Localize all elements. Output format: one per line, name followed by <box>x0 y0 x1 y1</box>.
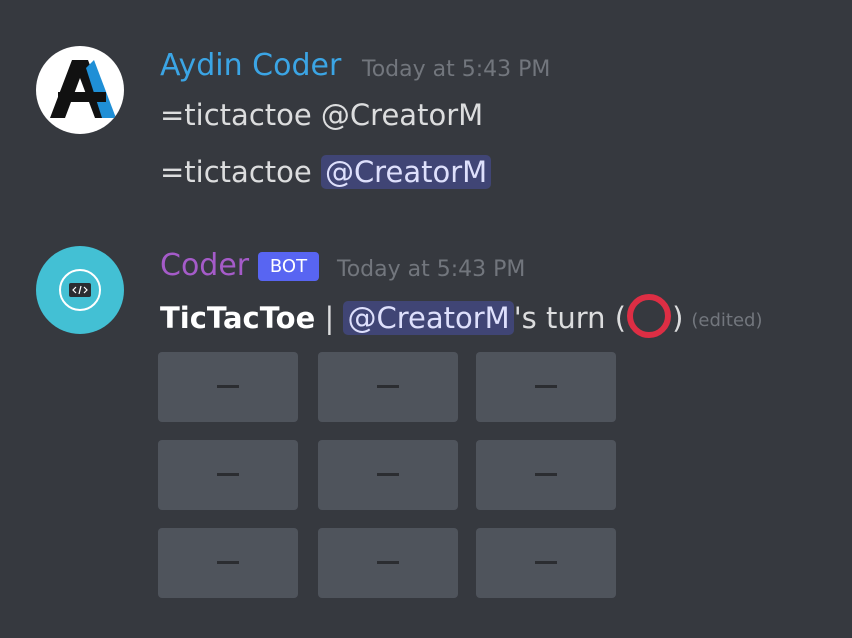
message-text: =tictactoe @CreatorM <box>160 98 484 132</box>
board-cell-3-2[interactable] <box>318 528 458 598</box>
separator: | <box>315 301 344 335</box>
empty-cell-dash <box>535 473 557 476</box>
username[interactable]: Coder <box>160 248 249 284</box>
code-icon <box>59 269 101 311</box>
board-cell-2-3[interactable] <box>476 440 616 510</box>
chat-area: Aydin Coder Today at 5:43 PM =tictactoe … <box>0 0 852 638</box>
avatar[interactable] <box>36 246 124 334</box>
turn-text: 's turn ( <box>513 301 627 335</box>
empty-cell-dash <box>535 561 557 564</box>
timestamp: Today at 5:43 PM <box>337 257 526 282</box>
avatar[interactable] <box>36 46 124 134</box>
empty-cell-dash <box>217 473 239 476</box>
empty-cell-dash <box>217 561 239 564</box>
board-cell-1-1[interactable] <box>158 352 298 422</box>
message-text: TicTacToe | @CreatorM's turn () (edited) <box>160 294 763 341</box>
board-cell-3-1[interactable] <box>158 528 298 598</box>
bot-tag: BOT <box>258 252 319 281</box>
game-title: TicTacToe <box>160 301 316 335</box>
board-cell-1-3[interactable] <box>476 352 616 422</box>
logo-a-icon <box>50 60 116 118</box>
timestamp: Today at 5:43 PM <box>362 57 551 82</box>
message-text: =tictactoe @CreatorM <box>160 152 492 192</box>
empty-cell-dash <box>377 385 399 388</box>
empty-cell-dash <box>377 561 399 564</box>
empty-cell-dash <box>217 385 239 388</box>
board-cell-1-2[interactable] <box>318 352 458 422</box>
board-cell-3-3[interactable] <box>476 528 616 598</box>
board-cell-2-1[interactable] <box>158 440 298 510</box>
message-prefix: =tictactoe <box>160 155 321 189</box>
board-cell-2-2[interactable] <box>318 440 458 510</box>
user-mention[interactable]: @CreatorM <box>320 155 492 189</box>
edited-label: (edited) <box>691 310 763 331</box>
empty-cell-dash <box>535 385 557 388</box>
red-circle-icon <box>627 294 672 338</box>
username[interactable]: Aydin Coder <box>160 48 341 84</box>
close-paren: ) <box>672 301 684 335</box>
empty-cell-dash <box>377 473 399 476</box>
user-mention[interactable]: @CreatorM <box>343 301 514 335</box>
